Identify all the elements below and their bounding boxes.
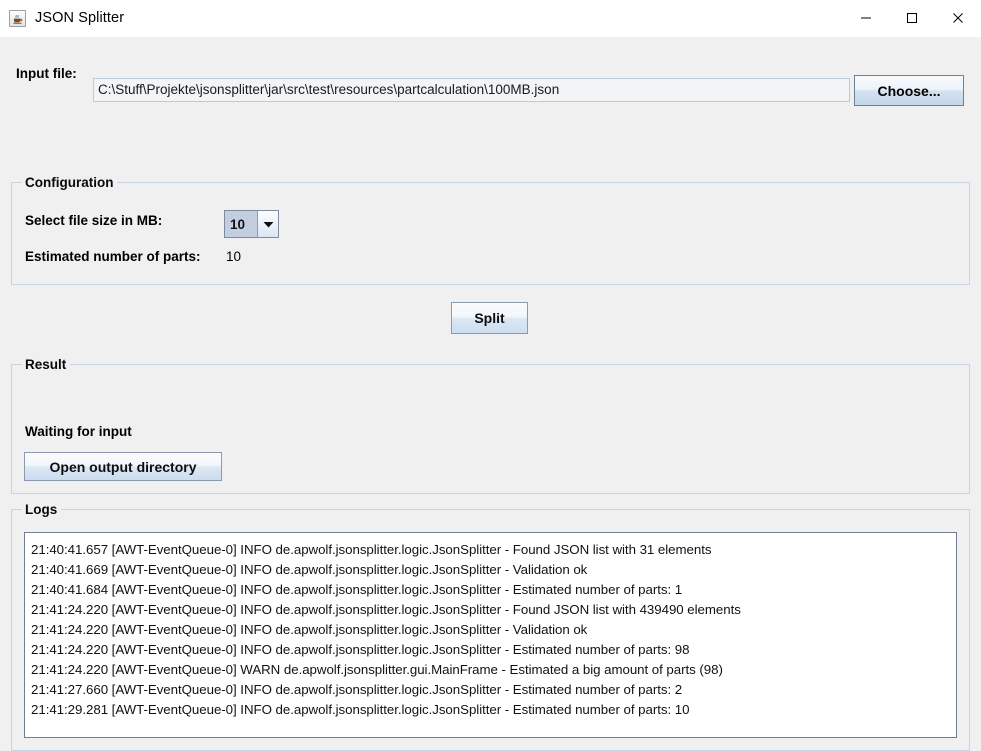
title-bar-left-group: JSON Splitter bbox=[0, 9, 125, 27]
main-content: Input file: C:\Stuff\Projekte\jsonsplitt… bbox=[0, 37, 981, 751]
split-button[interactable]: Split bbox=[451, 302, 528, 334]
log-line: 21:41:27.660 [AWT-EventQueue-0] INFO de.… bbox=[31, 682, 683, 697]
chevron-down-icon[interactable] bbox=[257, 211, 278, 237]
input-file-field[interactable]: C:\Stuff\Projekte\jsonsplitter\jar\src\t… bbox=[93, 78, 850, 102]
window-title-bar: JSON Splitter bbox=[0, 0, 981, 37]
estimated-parts-value: 10 bbox=[226, 249, 242, 264]
input-file-label: Input file: bbox=[16, 66, 77, 81]
logs-panel-title: Logs bbox=[22, 502, 62, 517]
window-title: JSON Splitter bbox=[35, 10, 125, 26]
log-line: 21:40:41.657 [AWT-EventQueue-0] INFO de.… bbox=[31, 542, 712, 557]
log-line: 21:41:24.220 [AWT-EventQueue-0] INFO de.… bbox=[31, 602, 741, 617]
log-line: 21:40:41.669 [AWT-EventQueue-0] INFO de.… bbox=[31, 562, 588, 577]
configuration-panel-title: Configuration bbox=[22, 175, 118, 190]
window-controls bbox=[843, 0, 981, 36]
choose-file-button[interactable]: Choose... bbox=[854, 75, 964, 106]
result-panel-title: Result bbox=[22, 357, 71, 372]
minimize-button[interactable] bbox=[843, 0, 889, 36]
file-size-label: Select file size in MB: bbox=[25, 213, 163, 228]
result-status-text: Waiting for input bbox=[25, 424, 132, 439]
estimated-parts-label: Estimated number of parts: bbox=[25, 249, 201, 264]
open-output-directory-button[interactable]: Open output directory bbox=[24, 452, 222, 481]
configuration-panel: Configuration Select file size in MB: 10… bbox=[11, 175, 970, 285]
file-size-combobox[interactable]: 10 bbox=[224, 210, 279, 238]
logs-text-area[interactable]: 21:40:41.657 [AWT-EventQueue-0] INFO de.… bbox=[24, 532, 957, 738]
log-line: 21:40:41.684 [AWT-EventQueue-0] INFO de.… bbox=[31, 582, 683, 597]
java-coffee-cup-icon bbox=[9, 9, 26, 27]
log-line: 21:41:24.220 [AWT-EventQueue-0] WARN de.… bbox=[31, 662, 723, 677]
maximize-button[interactable] bbox=[889, 0, 935, 36]
log-line: 21:41:29.281 [AWT-EventQueue-0] INFO de.… bbox=[31, 702, 690, 717]
file-size-value: 10 bbox=[225, 211, 257, 237]
close-button[interactable] bbox=[935, 0, 981, 36]
log-line: 21:41:24.220 [AWT-EventQueue-0] INFO de.… bbox=[31, 622, 588, 637]
log-line: 21:41:24.220 [AWT-EventQueue-0] INFO de.… bbox=[31, 642, 690, 657]
logs-panel: Logs 21:40:41.657 [AWT-EventQueue-0] INF… bbox=[11, 502, 970, 751]
result-panel: Result Waiting for input Open output dir… bbox=[11, 357, 970, 494]
